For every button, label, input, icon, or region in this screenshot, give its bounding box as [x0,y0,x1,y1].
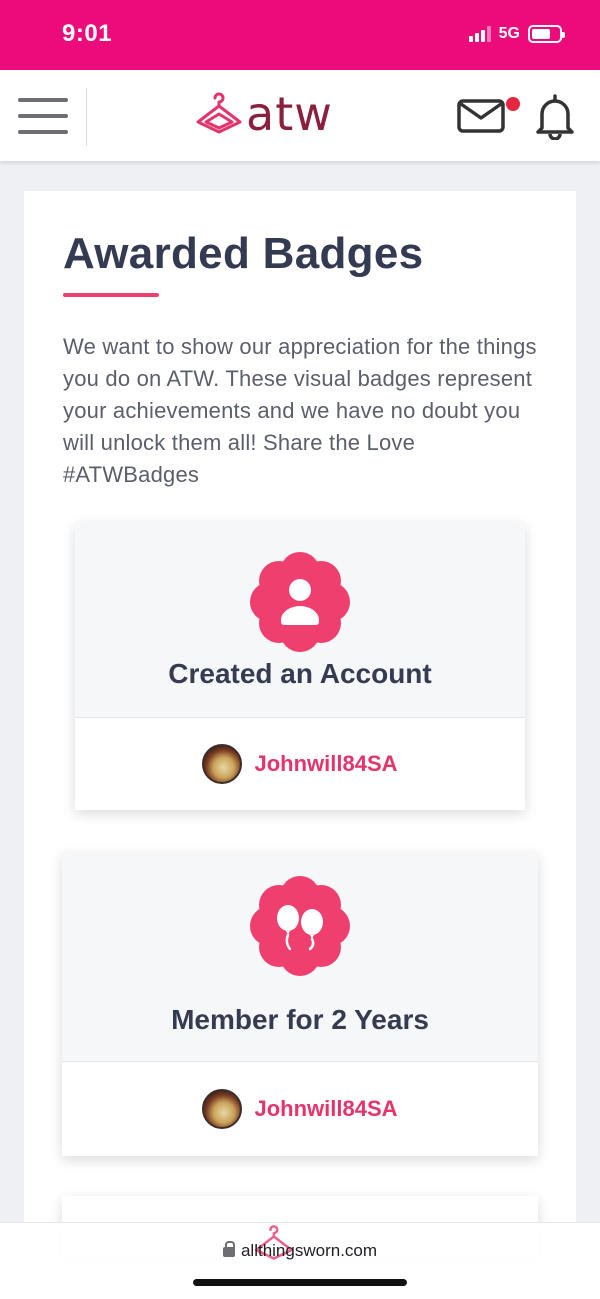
username-link[interactable]: Johnwill84SA [254,1096,397,1122]
status-indicators: 5G [468,22,565,46]
badge-header: Created an Account [75,522,525,718]
battery-icon [528,25,565,43]
hanger-logo-icon [196,92,242,134]
badge-user[interactable]: Johnwill84SA [62,1089,538,1129]
lock-icon [222,1241,235,1257]
status-time: 9:01 [62,20,113,47]
badge-user[interactable]: Johnwill84SA [75,744,525,784]
badge-title: Created an Account [168,658,432,689]
url-text: allthingsworn.com [240,1241,378,1260]
badge-card: Member for 2 Years Johnwill84SA [62,852,538,1156]
browser-address-bar[interactable]: allthingsworn.com [0,1222,600,1299]
signal-icon [468,26,491,42]
balloons-badge-icon [250,876,350,976]
avatar [202,744,243,784]
bell-icon[interactable] [532,92,578,140]
site-logo[interactable]: atw [192,84,333,144]
home-indicator[interactable] [193,1279,407,1286]
intro-text: We want to show our appreciation for the… [63,334,537,487]
username-link[interactable]: Johnwill84SA [254,751,397,777]
url-display[interactable]: allthingsworn.com [0,1241,600,1261]
avatar [202,1089,243,1129]
status-bar: 9:01 5G [0,0,600,67]
user-badge-icon [250,552,350,652]
badge-card: Created an Account Johnwill84SA [75,522,525,810]
badge-title: Member for 2 Years [171,1004,429,1035]
page-title: Awarded Badges [63,229,424,278]
network-label: 5G [498,25,520,42]
notification-dot [506,97,520,111]
site-header: atw [0,67,600,161]
menu-icon[interactable] [18,98,68,134]
title-underline [63,293,159,297]
logo-text: atw [246,87,333,141]
badge-header: Member for 2 Years [62,852,538,1062]
mail-icon[interactable] [456,96,508,136]
header-divider [86,88,87,146]
